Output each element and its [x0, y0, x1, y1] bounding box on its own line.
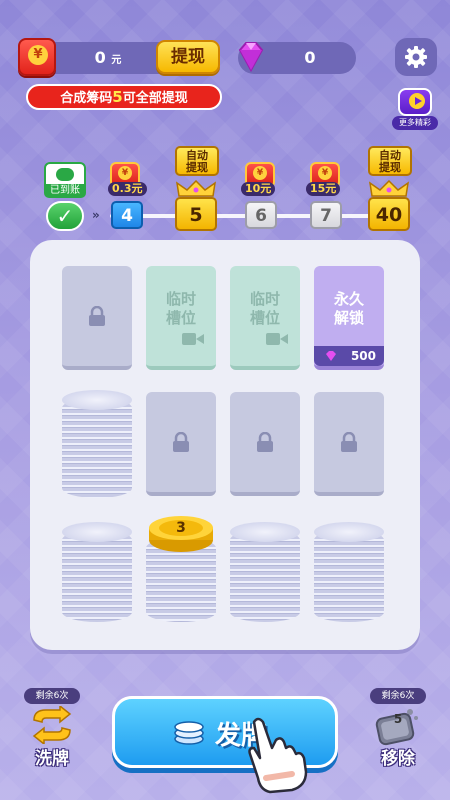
auto-withdraw-tag: 自动 提现: [175, 146, 219, 176]
milestone-reward: 0.3元: [108, 182, 147, 196]
gear-icon: [405, 46, 427, 68]
milestone-4: 4: [111, 201, 143, 229]
locked-slot[interactable]: [62, 266, 132, 370]
temporary-slot[interactable]: 临时 槽位: [146, 266, 216, 370]
lock-icon: [257, 432, 273, 452]
temp-slot-label: 临时: [249, 290, 280, 308]
unlock-cost: 500: [314, 346, 384, 366]
remove-remaining: 剩余6次: [370, 688, 426, 704]
chip-stack-icon: [174, 721, 204, 745]
game-board: 临时 槽位 临时 槽位 永久 解锁 500 3: [30, 240, 420, 650]
diamond-icon: [238, 42, 264, 73]
settings-button[interactable]: [395, 38, 437, 76]
milestone-reward: 10元: [241, 182, 276, 196]
locked-slot[interactable]: [230, 392, 300, 496]
chip-stack[interactable]: [62, 398, 132, 498]
red-envelope-icon: [18, 38, 56, 76]
perm-slot-label: 永久: [333, 290, 364, 308]
shuffle-label: 洗牌: [35, 749, 69, 769]
withdraw-hint-banner: 合成筹码5可全部提现: [26, 84, 222, 110]
cash-balance-value: 0 元: [94, 48, 122, 67]
chip-stack-top: [314, 522, 384, 542]
temporary-slot[interactable]: 临时 槽位: [230, 266, 300, 370]
more-fun-button[interactable]: 更多精彩: [390, 88, 440, 130]
shuffle-button[interactable]: 剩余6次 洗牌: [20, 688, 84, 769]
remove-button[interactable]: 剩余6次 5 移除: [366, 688, 430, 769]
chevron-right-icon: »: [92, 208, 100, 222]
locked-slot[interactable]: [146, 392, 216, 496]
milestone-5: 5: [175, 197, 217, 231]
gem-balance-value: 0: [304, 48, 316, 67]
shuffle-icon: [32, 706, 72, 744]
crown-icon: [175, 180, 217, 197]
more-fun-label: 更多精彩: [392, 116, 438, 130]
arrived-label: 已到账: [44, 184, 86, 198]
shuffle-remaining: 剩余6次: [24, 688, 80, 704]
chip-stack-top: [230, 522, 300, 542]
chip-stack-top: [62, 522, 132, 542]
milestone-40: 40: [368, 197, 410, 231]
play-video-icon: [398, 88, 432, 116]
video-camera-icon: [182, 333, 204, 345]
lock-icon: [173, 432, 189, 452]
auto-withdraw-tag: 自动 提现: [368, 146, 412, 176]
chip-stack[interactable]: [314, 530, 384, 622]
locked-slot[interactable]: [314, 392, 384, 496]
milestone-6: 6: [245, 201, 277, 229]
crown-icon: [368, 180, 410, 197]
video-camera-icon: [266, 333, 288, 345]
milestone-reward: 15元: [306, 182, 341, 196]
chip-stack-top: [62, 390, 132, 410]
gold-chip-number: 3: [176, 520, 186, 536]
chip-stack[interactable]: [230, 530, 300, 622]
permanent-unlock-slot[interactable]: 永久 解锁 500: [314, 266, 384, 370]
chip-stack[interactable]: [62, 530, 132, 622]
milestone-7: 7: [310, 201, 342, 229]
lock-icon: [89, 306, 105, 326]
diamond-icon: [326, 351, 336, 361]
check-icon: ✓: [46, 201, 84, 231]
temp-slot-label: 临时: [165, 290, 196, 308]
lock-icon: [341, 432, 357, 452]
pointing-hand-icon: [248, 717, 308, 794]
remove-count: 5: [393, 712, 403, 726]
withdraw-button[interactable]: 提现: [156, 40, 220, 74]
remove-label: 移除: [381, 749, 415, 769]
